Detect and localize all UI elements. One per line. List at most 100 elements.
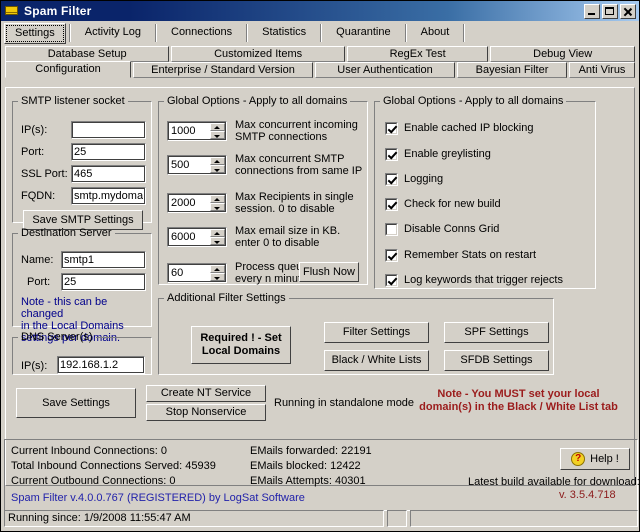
- subtab-configuration[interactable]: Configuration: [5, 61, 131, 78]
- checkbox-enable-cached-ip-blocking[interactable]: Enable cached IP blocking: [385, 121, 533, 135]
- smtp-ssl-port-input[interactable]: [71, 165, 146, 183]
- checkbox-icon[interactable]: [385, 121, 398, 135]
- maximize-button[interactable]: [602, 3, 618, 19]
- spinner-arrows[interactable]: [210, 156, 226, 174]
- sfdb-settings-button[interactable]: SFDB Settings: [444, 350, 549, 371]
- checkbox-check-for-new-build[interactable]: Check for new build: [385, 197, 501, 211]
- checkbox-icon[interactable]: [385, 172, 398, 186]
- spinner-up-icon[interactable]: [210, 229, 225, 237]
- tab-settings[interactable]: Settings: [4, 22, 66, 44]
- subtab-debug-view[interactable]: Debug View: [490, 46, 635, 62]
- tab-statistics[interactable]: Statistics: [251, 22, 318, 44]
- product-version-line: Spam Filter v.4.0.0.767 (REGISTERED) by …: [11, 492, 305, 504]
- save-settings-button[interactable]: Save Settings: [16, 388, 136, 418]
- checkbox-enable-greylisting[interactable]: Enable greylisting: [385, 147, 491, 161]
- smtp-fqdn-label: FQDN:: [21, 190, 56, 202]
- additional-filter-settings-group: Additional Filter Settings Required ! - …: [158, 292, 554, 375]
- dns-ips-input[interactable]: [57, 356, 145, 374]
- latest-build-label: Latest build available for download:: [468, 476, 640, 488]
- subtab-customized-items[interactable]: Customized Items: [171, 46, 345, 62]
- sub-tab-row-1: Database Setup Customized Items RegEx Te…: [1, 45, 639, 62]
- smtp-port-label: Port:: [21, 146, 45, 158]
- dest-port-input[interactable]: [61, 273, 146, 291]
- spinner-arrows[interactable]: [210, 194, 226, 212]
- envelope-icon: [4, 4, 20, 18]
- max-recipients-desc-1: Max Recipients in single: [235, 191, 354, 203]
- process-queue-value[interactable]: 60: [168, 264, 210, 282]
- checkbox-disable-conns-grid[interactable]: Disable Conns Grid: [385, 222, 499, 236]
- spinner-up-icon[interactable]: [210, 265, 225, 273]
- max-recipients-value[interactable]: 2000: [168, 194, 210, 212]
- max-concurrent-incoming-desc-1: Max concurrent incoming: [235, 119, 358, 131]
- checkbox-log-keywords-trigger-rejects[interactable]: Log keywords that trigger rejects: [385, 273, 563, 287]
- spinner-up-icon[interactable]: [210, 123, 225, 131]
- main-tab-bar: Settings Activity Log Connections Statis…: [1, 21, 639, 45]
- spinner-down-icon[interactable]: [210, 273, 225, 281]
- subtab-regex-test[interactable]: RegEx Test: [346, 46, 489, 62]
- dest-name-input[interactable]: [61, 251, 146, 269]
- smtp-fqdn-input[interactable]: [71, 187, 146, 205]
- spinner-down-icon[interactable]: [210, 165, 225, 173]
- filter-settings-button[interactable]: Filter Settings: [324, 322, 429, 343]
- max-email-size-spinner[interactable]: 6000: [167, 227, 227, 247]
- subtab-anti-virus[interactable]: Anti Virus: [569, 62, 635, 78]
- max-concurrent-same-ip-spinner[interactable]: 500: [167, 155, 227, 175]
- checkbox-icon[interactable]: [385, 248, 398, 262]
- max-recipients-spinner[interactable]: 2000: [167, 193, 227, 213]
- checkbox-label: Check for new build: [404, 198, 501, 210]
- black-white-lists-button[interactable]: Black / White Lists: [324, 350, 429, 371]
- checkbox-remember-stats-on-restart[interactable]: Remember Stats on restart: [385, 248, 536, 262]
- flush-now-button[interactable]: Flush Now: [299, 262, 359, 282]
- total-inbound-connections: Total Inbound Connections Served: 45939: [11, 460, 216, 472]
- spinner-arrows[interactable]: [210, 122, 226, 140]
- spinner-down-icon[interactable]: [210, 203, 225, 211]
- checkbox-label: Disable Conns Grid: [404, 223, 500, 235]
- checkbox-icon[interactable]: [385, 273, 398, 287]
- tab-separator: [404, 24, 407, 42]
- help-button-label: Help !: [590, 452, 619, 465]
- dns-servers-legend: DNS Server(s): [21, 331, 93, 343]
- max-concurrent-incoming-spinner[interactable]: 1000: [167, 121, 227, 141]
- help-button[interactable]: ? Help !: [560, 448, 630, 470]
- emails-attempts: EMails Attempts: 40301: [250, 475, 366, 487]
- checkbox-icon[interactable]: [385, 222, 398, 236]
- spinner-up-icon[interactable]: [210, 157, 225, 165]
- spinner-down-icon[interactable]: [210, 237, 225, 245]
- close-button[interactable]: [620, 3, 636, 19]
- checkbox-icon[interactable]: [385, 147, 398, 161]
- create-nt-service-button[interactable]: Create NT Service: [146, 385, 266, 402]
- max-concurrent-same-ip-value[interactable]: 500: [168, 156, 210, 174]
- max-recipients-desc-2: session. 0 to disable: [235, 203, 335, 215]
- subtab-enterprise-standard-version[interactable]: Enterprise / Standard Version: [133, 62, 313, 78]
- stop-nonservice-button[interactable]: Stop Nonservice: [146, 404, 266, 421]
- smtp-ips-input[interactable]: [71, 121, 146, 139]
- spinner-arrows[interactable]: [210, 264, 226, 282]
- checkbox-logging[interactable]: Logging: [385, 172, 443, 186]
- subtab-user-authentication[interactable]: User Authentication: [315, 62, 455, 78]
- spinner-down-icon[interactable]: [210, 131, 225, 139]
- set-local-domains-button[interactable]: Required ! - Set Local Domains: [191, 326, 291, 364]
- checkbox-icon[interactable]: [385, 197, 398, 211]
- dns-servers-group: DNS Server(s) IP(s):: [12, 331, 152, 375]
- max-email-size-desc-2: enter 0 to disable: [235, 237, 320, 249]
- tab-about[interactable]: About: [409, 22, 461, 44]
- warning-line-2: domain(s) in the Black / White List tab: [419, 401, 618, 413]
- status-panel: Current Inbound Connections: 0 Total Inb…: [4, 439, 640, 511]
- max-concurrent-incoming-value[interactable]: 1000: [168, 122, 210, 140]
- minimize-button[interactable]: [584, 3, 600, 19]
- process-queue-spinner[interactable]: 60: [167, 263, 227, 283]
- tab-connections[interactable]: Connections: [160, 22, 244, 44]
- max-concurrent-same-ip-desc-2: connections from same IP: [235, 165, 363, 177]
- dest-port-label: Port:: [27, 276, 51, 288]
- smtp-listener-legend: SMTP listener socket: [21, 95, 125, 107]
- spf-settings-button[interactable]: SPF Settings: [444, 322, 549, 343]
- spinner-up-icon[interactable]: [210, 195, 225, 203]
- spinner-arrows[interactable]: [210, 228, 226, 246]
- tab-quarantine[interactable]: Quarantine: [325, 22, 402, 44]
- progress-statusbar: [410, 510, 638, 527]
- subtab-bayesian-filter[interactable]: Bayesian Filter: [457, 62, 567, 78]
- tab-activity-log[interactable]: Activity Log: [73, 22, 152, 44]
- smtp-port-input[interactable]: [71, 143, 146, 161]
- max-email-size-value[interactable]: 6000: [168, 228, 210, 246]
- subtab-database-setup[interactable]: Database Setup: [5, 46, 170, 62]
